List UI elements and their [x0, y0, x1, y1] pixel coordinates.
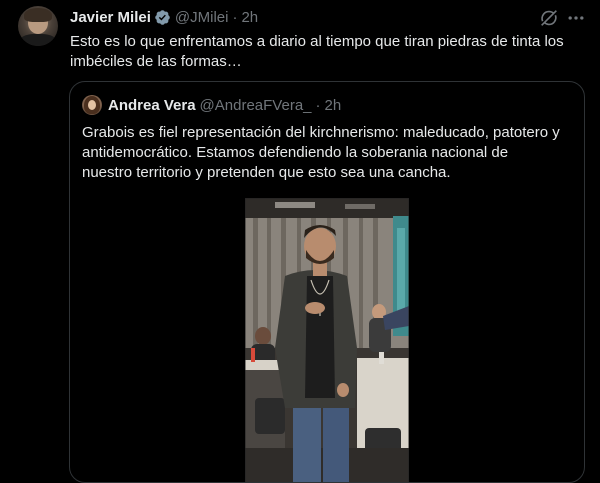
quote-header: Andrea Vera @AndreaFVera_ · 2h: [82, 95, 341, 115]
author-avatar[interactable]: [18, 6, 58, 46]
author-handle[interactable]: @JMilei: [175, 9, 229, 26]
tweet[interactable]: Javier Milei @JMilei · 2h Esto es lo que…: [0, 0, 600, 483]
more-horizontal-icon[interactable]: [566, 8, 586, 28]
verified-badge-icon[interactable]: [154, 9, 171, 26]
avatar-suit: [20, 34, 56, 46]
tweet-header: Javier Milei @JMilei · 2h: [70, 7, 258, 27]
tweet-timestamp[interactable]: 2h: [241, 9, 258, 26]
quoted-tweet[interactable]: Andrea Vera @AndreaFVera_ · 2h Grabois e…: [69, 81, 585, 483]
quote-text: Grabois es fiel representación del kirch…: [82, 124, 560, 181]
quote-video[interactable]: [245, 198, 409, 482]
quote-timestamp[interactable]: 2h: [325, 97, 342, 114]
quote-author-avatar[interactable]: [82, 95, 102, 115]
quote-avatar-face: [88, 100, 96, 110]
tweet-text: Esto es lo que enfrentamos a diario al t…: [70, 33, 564, 70]
quote-header-separator: ·: [315, 96, 321, 114]
quote-author-name[interactable]: Andrea Vera: [108, 97, 196, 114]
quote-author-handle[interactable]: @AndreaFVera_: [200, 97, 312, 114]
video-frame: [245, 198, 409, 482]
grok-icon[interactable]: [538, 7, 560, 29]
header-separator: ·: [232, 8, 238, 26]
avatar-hair: [24, 8, 52, 22]
author-name[interactable]: Javier Milei: [70, 9, 151, 26]
